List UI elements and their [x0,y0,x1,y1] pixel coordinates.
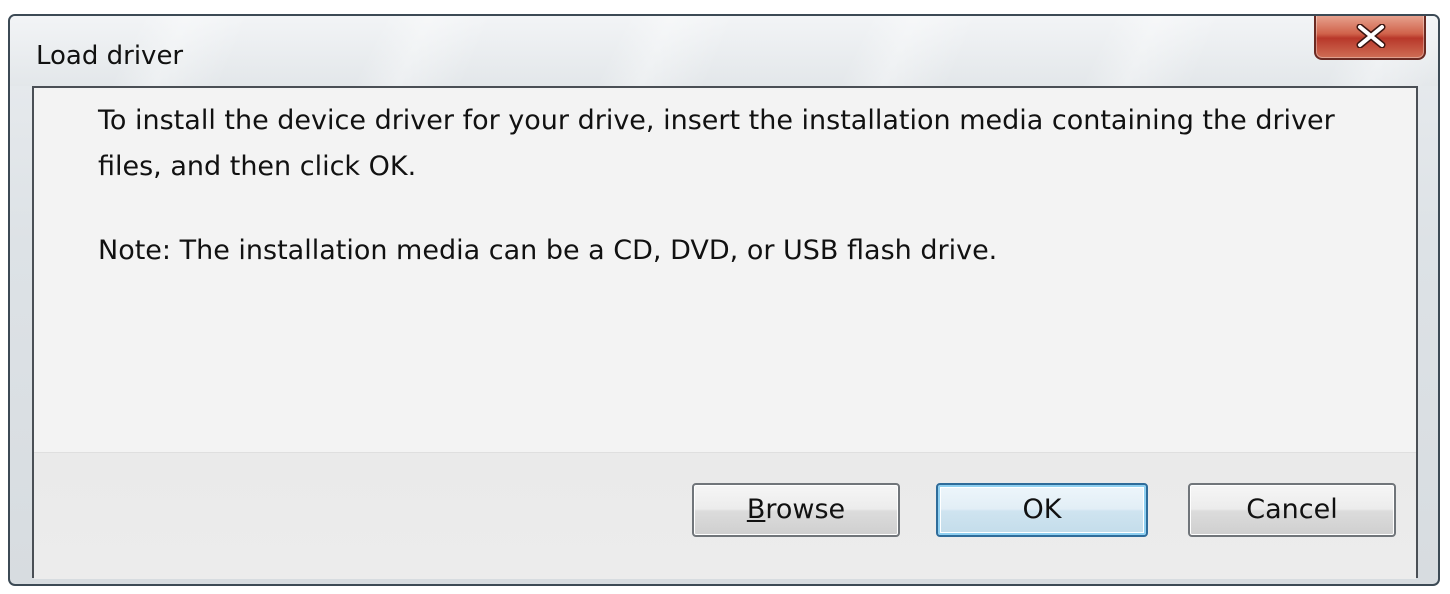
browse-label: rowse [765,494,846,525]
cancel-button[interactable]: Cancel [1188,483,1396,537]
window-title: Load driver [36,41,184,71]
close-icon [1356,24,1386,48]
message-area: To install the device driver for your dr… [98,98,1398,274]
ok-button[interactable]: OK [936,483,1148,537]
button-bar: Browse OK Cancel [34,452,1416,579]
instruction-text: To install the device driver for your dr… [98,105,1335,182]
load-driver-dialog: Load driver To install the device driver… [8,14,1440,586]
dialog-content: To install the device driver for your dr… [32,86,1418,579]
title-bar[interactable]: Load driver [10,16,1438,86]
close-button[interactable] [1314,16,1426,60]
browse-button[interactable]: Browse [692,483,900,537]
note-text: Note: The installation media can be a CD… [98,235,998,266]
browse-accelerator: B [746,494,766,525]
